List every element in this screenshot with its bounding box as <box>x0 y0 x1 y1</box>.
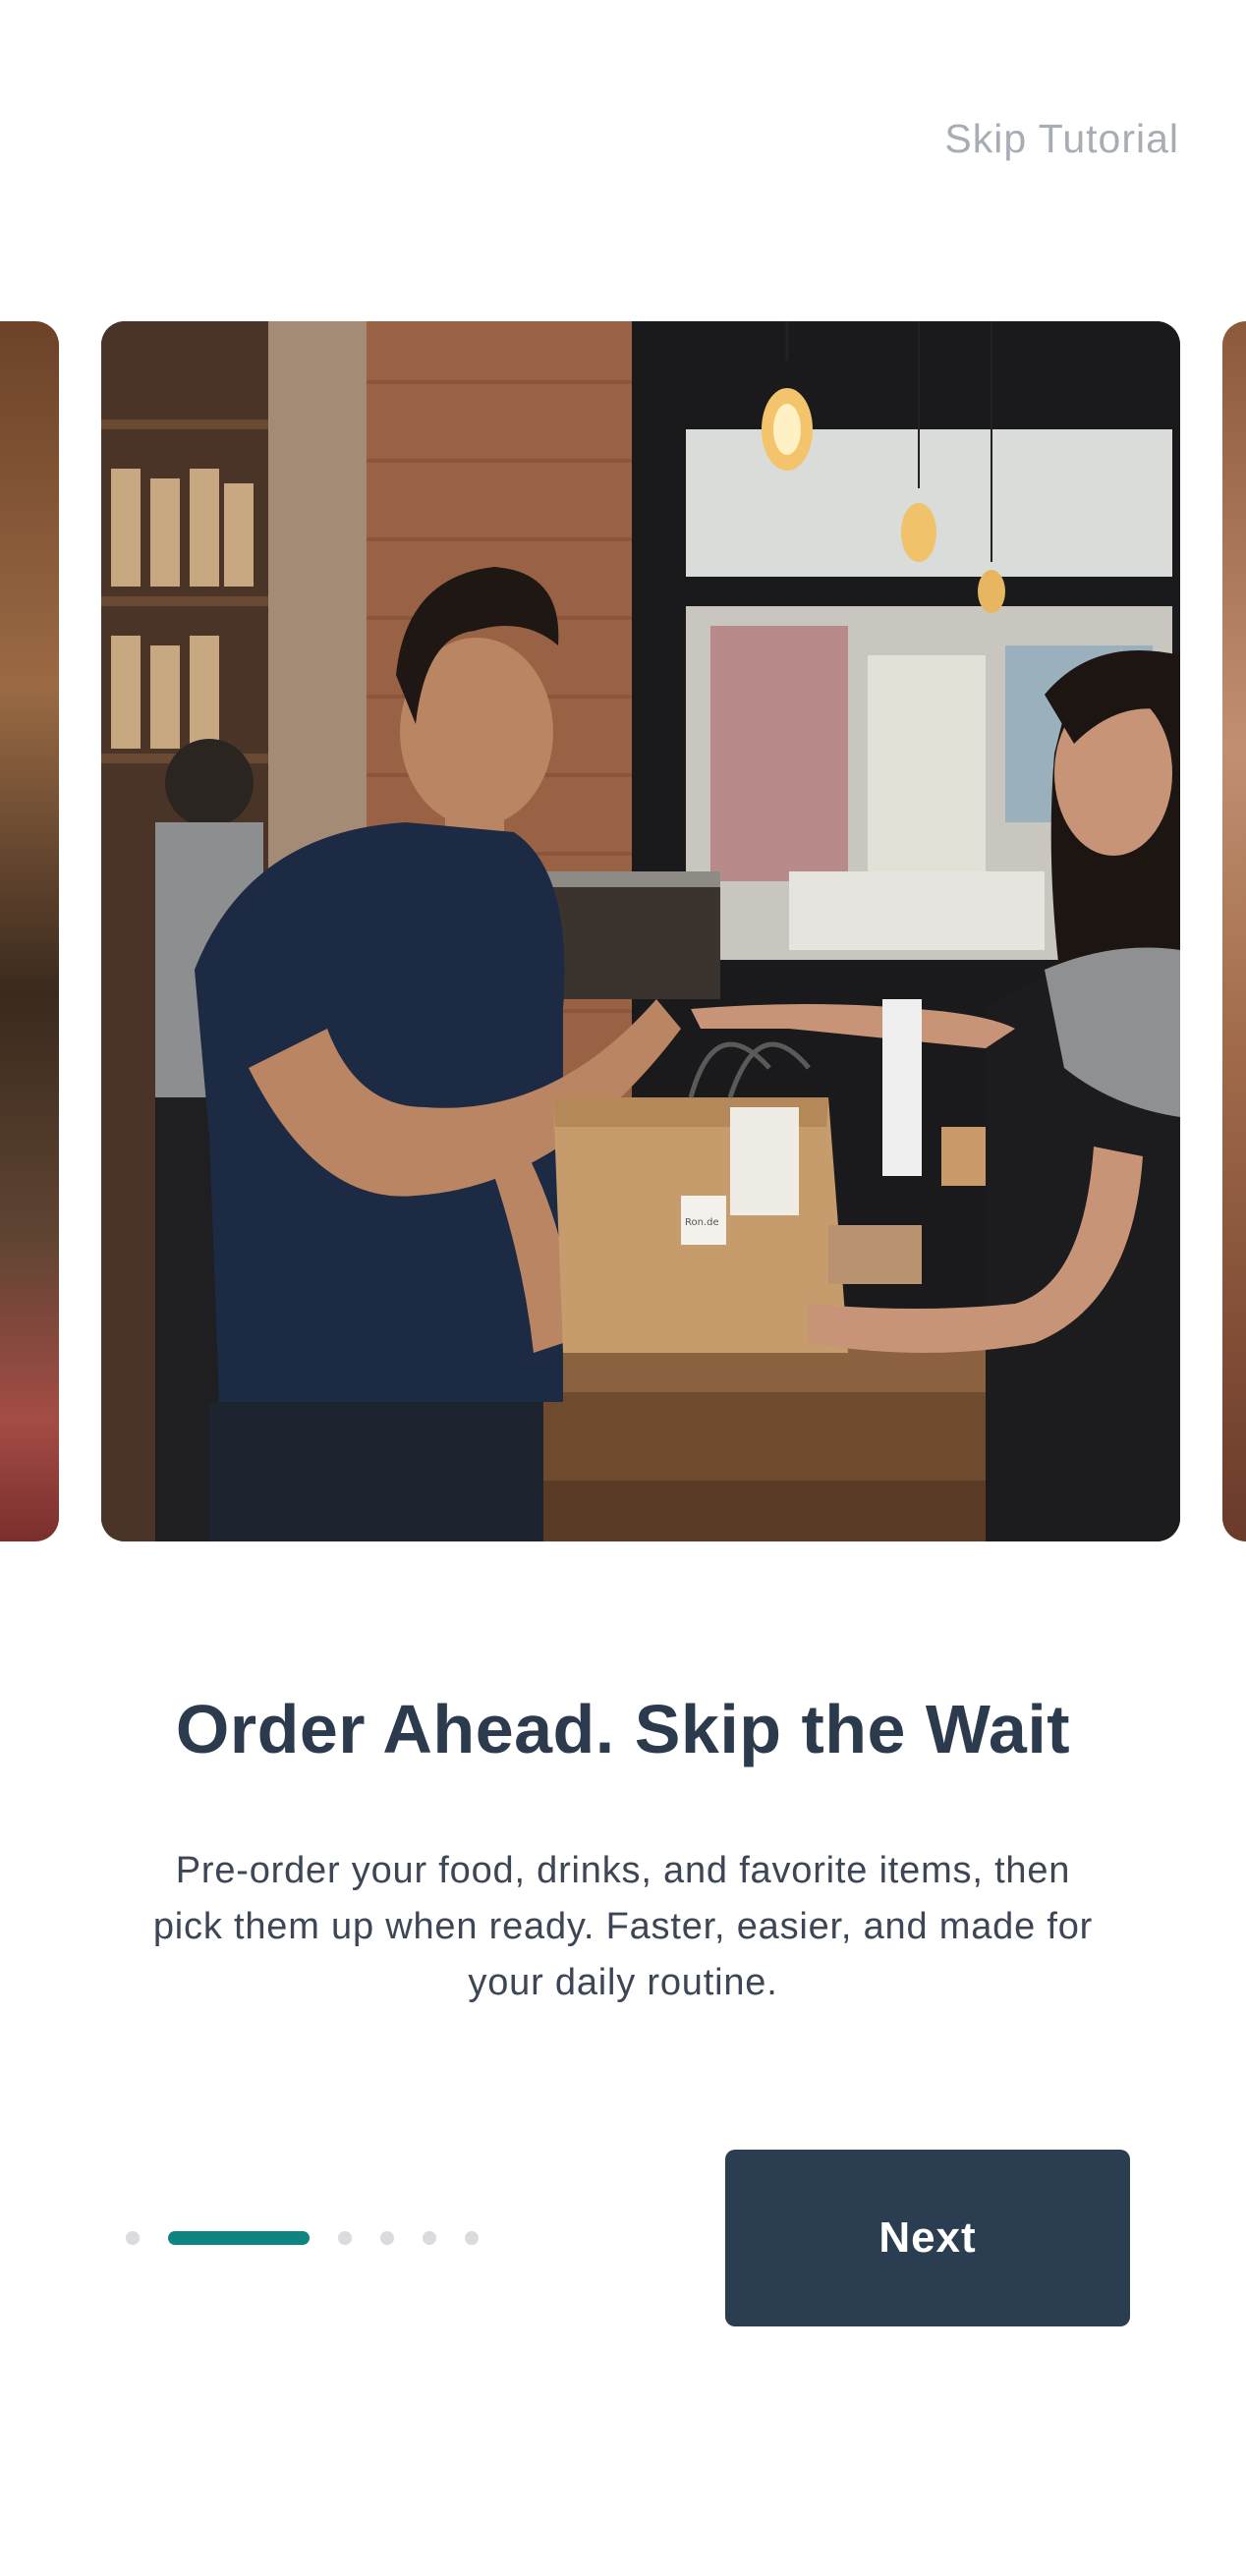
skip-tutorial-link[interactable]: Skip Tutorial <box>944 116 1179 162</box>
image-carousel[interactable]: Ron.de <box>0 321 1246 1541</box>
slide-description: Pre-order your food, drinks, and favorit… <box>152 1850 1094 2003</box>
previous-slide-image[interactable] <box>0 321 59 1541</box>
pagination-dot[interactable] <box>126 2231 140 2245</box>
pagination-dot[interactable] <box>465 2231 479 2245</box>
pagination-dot-active[interactable] <box>168 2231 310 2245</box>
cafe-photo-illustration: Ron.de <box>101 321 1180 1541</box>
slide-title: Order Ahead. Skip the Wait <box>175 1691 1071 1767</box>
active-slide-image: Ron.de <box>101 321 1180 1541</box>
pagination-dot[interactable] <box>380 2231 394 2245</box>
next-slide-image[interactable] <box>1222 321 1246 1541</box>
pagination-indicator <box>126 2230 507 2246</box>
bag-tag-text: Ron.de <box>685 1217 719 1228</box>
pagination-dot[interactable] <box>338 2231 352 2245</box>
next-button[interactable]: Next <box>725 2150 1130 2326</box>
pagination-dot[interactable] <box>423 2231 436 2245</box>
